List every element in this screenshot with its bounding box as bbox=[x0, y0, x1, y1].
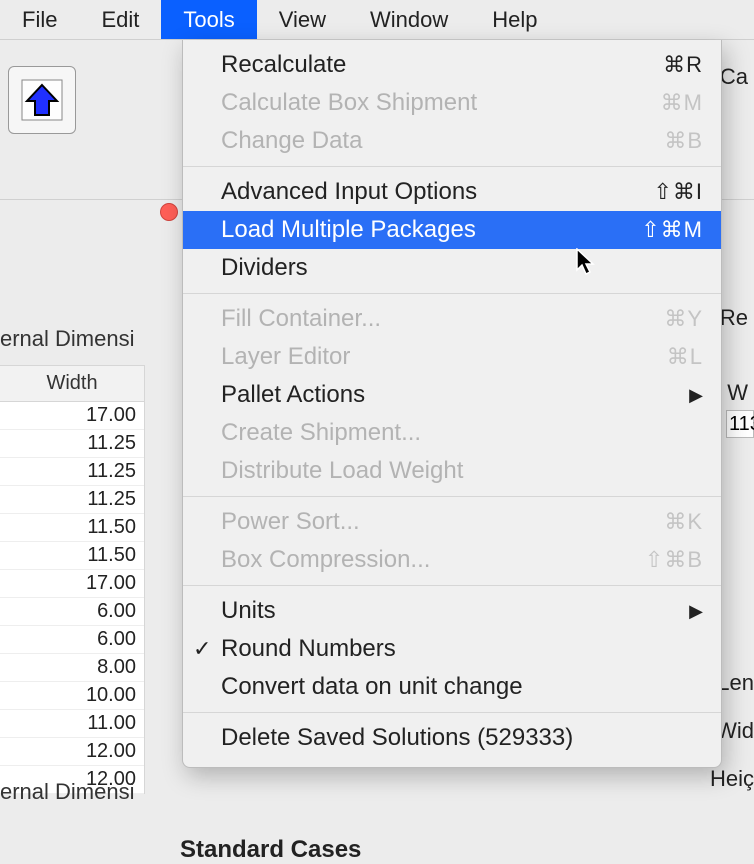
menu-separator bbox=[183, 585, 721, 586]
menu-fill-container: Fill Container... ⌘Y bbox=[183, 300, 721, 338]
menu-item-label: Fill Container... bbox=[221, 305, 644, 333]
table-row[interactable]: 8.00 bbox=[0, 654, 144, 682]
menu-item-label: Convert data on unit change bbox=[221, 673, 703, 701]
menu-item-label: Layer Editor bbox=[221, 343, 647, 371]
menu-recalculate[interactable]: Recalculate ⌘R bbox=[183, 46, 721, 84]
table-row[interactable]: 6.00 bbox=[0, 598, 144, 626]
menu-item-label: Load Multiple Packages bbox=[221, 216, 621, 244]
menu-item-shortcut: ⇧⌘B bbox=[645, 547, 703, 573]
menu-units[interactable]: Units ▶ bbox=[183, 592, 721, 630]
menu-window[interactable]: Window bbox=[348, 0, 470, 39]
menu-change-data: Change Data ⌘B bbox=[183, 122, 721, 160]
width-table: Width 17.00 11.25 11.25 11.25 11.50 11.5… bbox=[0, 365, 145, 794]
menu-delete-saved-solutions[interactable]: Delete Saved Solutions (529333) bbox=[183, 719, 721, 757]
table-row[interactable]: 17.00 bbox=[0, 570, 144, 598]
menu-item-shortcut: ⌘K bbox=[664, 509, 703, 535]
menu-item-shortcut: ⌘M bbox=[661, 90, 703, 116]
width-column-header[interactable]: Width bbox=[0, 366, 144, 402]
table-row[interactable]: 17.00 bbox=[0, 402, 144, 430]
table-row[interactable]: 11.50 bbox=[0, 514, 144, 542]
menu-tools[interactable]: Tools bbox=[161, 0, 256, 39]
menu-item-label: Dividers bbox=[221, 254, 703, 282]
menu-item-label: Power Sort... bbox=[221, 508, 644, 536]
table-row[interactable]: 11.50 bbox=[0, 542, 144, 570]
checkmark-icon: ✓ bbox=[193, 636, 211, 662]
external-dimensions-label-1: ernal Dimensi bbox=[0, 322, 135, 356]
menu-item-label: Calculate Box Shipment bbox=[221, 89, 641, 117]
menu-load-multiple-packages[interactable]: Load Multiple Packages ⇧⌘M bbox=[183, 211, 721, 249]
table-row[interactable]: 11.25 bbox=[0, 486, 144, 514]
menu-item-shortcut: ⌘Y bbox=[664, 306, 703, 332]
window-close-button[interactable] bbox=[160, 203, 178, 221]
menu-item-label: Change Data bbox=[221, 127, 644, 155]
right-re-label: Re bbox=[720, 305, 748, 331]
external-dimensions-label-2: ernal Dimensi bbox=[0, 775, 135, 809]
right-height-label: Heiç bbox=[710, 766, 754, 792]
menu-separator bbox=[183, 166, 721, 167]
menu-file[interactable]: File bbox=[0, 0, 79, 39]
table-row[interactable]: 6.00 bbox=[0, 626, 144, 654]
right-length-label: Len bbox=[717, 670, 754, 696]
menu-item-label: Delete Saved Solutions (529333) bbox=[221, 724, 703, 752]
menu-separator bbox=[183, 293, 721, 294]
menu-edit[interactable]: Edit bbox=[79, 0, 161, 39]
menu-advanced-input-options[interactable]: Advanced Input Options ⇧⌘I bbox=[183, 173, 721, 211]
upload-arrow-icon bbox=[19, 77, 65, 123]
menu-item-shortcut: ⌘L bbox=[667, 344, 703, 370]
table-row[interactable]: 11.25 bbox=[0, 430, 144, 458]
menu-pallet-actions[interactable]: Pallet Actions ▶ bbox=[183, 376, 721, 414]
menu-item-shortcut: ⌘R bbox=[663, 52, 703, 78]
menu-item-label: Units bbox=[221, 597, 669, 625]
menu-item-shortcut: ⇧⌘I bbox=[653, 179, 703, 205]
menu-separator bbox=[183, 496, 721, 497]
menu-calculate-box-shipment: Calculate Box Shipment ⌘M bbox=[183, 84, 721, 122]
table-row[interactable]: 11.25 bbox=[0, 458, 144, 486]
tools-dropdown: Recalculate ⌘R Calculate Box Shipment ⌘M… bbox=[182, 40, 722, 768]
menu-convert-on-unit-change[interactable]: Convert data on unit change bbox=[183, 668, 721, 706]
submenu-arrow-icon: ▶ bbox=[689, 601, 703, 622]
menu-distribute-load-weight: Distribute Load Weight bbox=[183, 452, 721, 490]
menu-box-compression: Box Compression... ⇧⌘B bbox=[183, 541, 721, 579]
table-row[interactable]: 11.00 bbox=[0, 710, 144, 738]
menu-item-label: Create Shipment... bbox=[221, 419, 703, 447]
menu-dividers[interactable]: Dividers bbox=[183, 249, 721, 287]
upload-button[interactable] bbox=[8, 66, 76, 134]
menubar: File Edit Tools View Window Help bbox=[0, 0, 754, 40]
menu-layer-editor: Layer Editor ⌘L bbox=[183, 338, 721, 376]
menu-help[interactable]: Help bbox=[470, 0, 559, 39]
submenu-arrow-icon: ▶ bbox=[689, 385, 703, 406]
menu-view[interactable]: View bbox=[257, 0, 348, 39]
menu-item-shortcut: ⇧⌘M bbox=[641, 217, 703, 243]
table-row[interactable]: 10.00 bbox=[0, 682, 144, 710]
menu-separator bbox=[183, 712, 721, 713]
menu-round-numbers[interactable]: ✓ Round Numbers bbox=[183, 630, 721, 668]
menu-create-shipment: Create Shipment... bbox=[183, 414, 721, 452]
menu-item-label: Pallet Actions bbox=[221, 381, 669, 409]
menu-item-label: Advanced Input Options bbox=[221, 178, 633, 206]
right-w-label: W bbox=[727, 380, 748, 406]
menu-item-shortcut: ⌘B bbox=[664, 128, 703, 154]
table-row[interactable]: 12.00 bbox=[0, 738, 144, 766]
standard-cases-heading: Standard Cases bbox=[180, 836, 361, 864]
menu-item-label: Distribute Load Weight bbox=[221, 457, 703, 485]
menu-item-label: Recalculate bbox=[221, 51, 643, 79]
right-width-input[interactable]: 113 bbox=[726, 410, 754, 438]
toolbar-right-label: Ca bbox=[720, 64, 748, 90]
menu-item-label: Round Numbers bbox=[221, 635, 703, 663]
menu-power-sort: Power Sort... ⌘K bbox=[183, 503, 721, 541]
menu-item-label: Box Compression... bbox=[221, 546, 625, 574]
